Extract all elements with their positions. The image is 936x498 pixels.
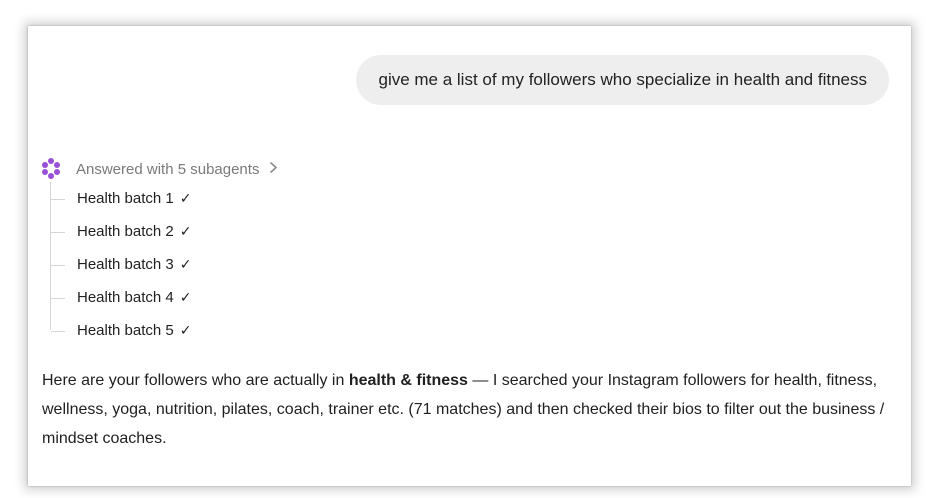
subagent-item: Health batch 2 ✓ <box>51 215 191 248</box>
check-icon: ✓ <box>179 223 192 239</box>
subagent-label: Health batch 3 <box>77 256 174 273</box>
subagent-list: Health batch 1 ✓ Health batch 2 ✓ Health b… <box>50 182 278 339</box>
subagents-header: Answered with 5 subagents <box>76 160 260 178</box>
subagent-label: Health batch 4 <box>77 289 174 306</box>
subagent-label: Health batch 5 <box>77 322 174 339</box>
assistant-answer: Here are your followers who are actually… <box>42 366 902 453</box>
subagents-panel: Answered with 5 subagents Health batch 1… <box>40 156 278 339</box>
check-icon: ✓ <box>179 190 192 206</box>
check-icon: ✓ <box>179 289 192 305</box>
subagent-label: Health batch 1 <box>77 190 174 207</box>
subagent-item: Health batch 3 ✓ <box>51 248 191 281</box>
chat-window: give me a list of my followers who speci… <box>28 26 911 486</box>
answer-emphasis: health & fitness <box>348 372 468 389</box>
check-icon: ✓ <box>179 322 192 338</box>
subagent-item: Health batch 4 ✓ <box>51 281 191 314</box>
check-icon: ✓ <box>179 256 192 272</box>
subagent-item: Health batch 5 ✓ <box>51 314 191 347</box>
user-message-bubble: give me a list of my followers who speci… <box>356 55 889 105</box>
chevron-right-icon[interactable] <box>269 161 278 178</box>
answer-text-1: Here are your followers who are actually… <box>42 372 349 389</box>
user-message-text: give me a list of my followers who speci… <box>378 70 867 89</box>
subagent-label: Health batch 2 <box>77 223 174 240</box>
subagents-toggle[interactable]: Answered with 5 subagents <box>40 156 278 182</box>
subagents-icon <box>40 158 62 180</box>
subagent-item: Health batch 1 ✓ <box>51 182 191 215</box>
